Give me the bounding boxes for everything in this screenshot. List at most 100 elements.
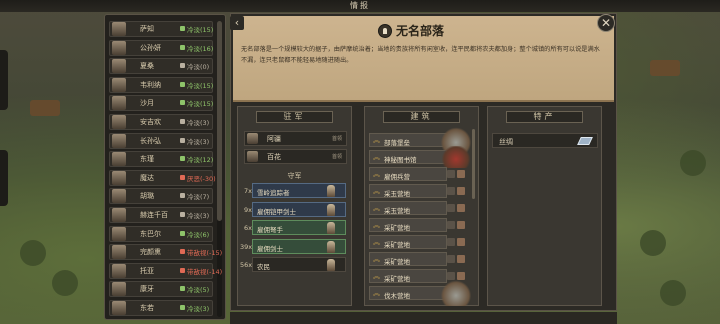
character-mood: 冷淡(3) (180, 117, 209, 127)
building-name: 采玉营地 (384, 190, 410, 198)
faction-header: 无名部落 无名部落是一个规模较大的据子，由萨摩统治着；当地的贵族将所有闲室收，连… (233, 16, 614, 102)
side-tab[interactable] (0, 50, 8, 110)
avatar (112, 133, 126, 148)
list-scroll-thumb[interactable] (217, 21, 222, 221)
garrison-hero-row[interactable]: 百花 首领 (244, 149, 347, 164)
character-name: 长孙弘 (140, 136, 161, 145)
building-illustration (441, 184, 471, 198)
character-name: 魔达 (140, 173, 154, 182)
character-row[interactable]: 东若 冷淡(3) (109, 300, 213, 316)
building-name: 采矿营地 (384, 241, 410, 249)
character-row[interactable]: 萨知 冷淡(15) (109, 21, 213, 37)
character-name: 东瑾 (140, 155, 154, 164)
avatar (112, 22, 126, 36)
building-row[interactable]: ︽ 采玉营地 (369, 201, 447, 215)
character-mood: 冷淡(0) (180, 61, 209, 71)
building-row[interactable]: ︽ 神秘图书馆 (369, 150, 447, 164)
upgrade-chevron-icon: ︽ (373, 153, 380, 161)
building-illustration (441, 218, 471, 232)
tree-decoration (20, 240, 46, 266)
tree-decoration (660, 280, 686, 306)
troop-portrait (327, 185, 335, 197)
troop-count: 56x (240, 261, 253, 269)
avatar (247, 133, 258, 144)
hero-role: 首领 (331, 154, 342, 160)
building-name: 采矿营地 (384, 258, 410, 266)
faction-description: 无名部落是一个规模较大的据子，由萨摩统治着；当地的贵族将所有闲室收，连平民都将农… (241, 46, 600, 64)
building-illustration (441, 235, 471, 249)
character-row[interactable]: 赫连千百 冷淡(3) (109, 207, 213, 223)
character-mood: 冷淡(15) (180, 24, 213, 34)
building-row[interactable]: ︽ 采玉营地 (369, 184, 447, 198)
character-mood: 冷淡(5) (180, 284, 209, 294)
tree-decoration (680, 150, 706, 176)
avatar (112, 189, 126, 204)
hero-name: 阿疆 (267, 135, 281, 143)
upgrade-chevron-icon: ︽ (373, 136, 380, 144)
side-tab[interactable] (0, 150, 8, 206)
tree-decoration (640, 230, 666, 256)
close-button[interactable]: ✕ (597, 14, 615, 32)
character-row[interactable]: 长孙弘 冷淡(3) (109, 132, 213, 149)
upgrade-chevron-icon: ︽ (373, 170, 380, 178)
avatar (112, 301, 126, 315)
character-row[interactable]: 魔达 厌恶(-30) (109, 169, 216, 186)
character-mood: 冷淡(3) (180, 136, 209, 146)
building-row[interactable]: ︽ 部落堡垒 (369, 133, 447, 147)
building-row[interactable]: ︽ 采矿营地 (369, 252, 447, 266)
faction-title: 无名部落 (396, 24, 445, 38)
character-row[interactable]: 康牙 冷淡(5) (109, 281, 213, 298)
building-row[interactable]: ︽ 采矿营地 (369, 235, 447, 249)
character-mood: 冷淡(16) (180, 43, 213, 53)
garrison-hero-row[interactable]: 阿疆 首领 (244, 131, 347, 146)
character-row[interactable]: 完颜熏 带敌视(-15) (109, 244, 222, 261)
troop-name: 农民 (257, 263, 270, 271)
character-mood: 冷淡(3) (180, 210, 209, 220)
buildings-scrollbar[interactable] (472, 129, 475, 199)
building-row[interactable]: ︽ 采矿营地 (369, 269, 447, 283)
character-row[interactable]: 韦利纳 冷淡(15) (109, 76, 213, 93)
character-row[interactable]: 公孙妍 冷淡(16) (109, 39, 213, 56)
avatar (112, 245, 126, 260)
avatar (112, 263, 126, 278)
character-name: 公孙妍 (140, 43, 161, 52)
character-row[interactable]: 沙月 冷淡(15) (109, 95, 213, 112)
specialties-header: 特产 (506, 111, 583, 123)
troop-row[interactable]: 39x 雇佣剑士 (240, 238, 346, 254)
building-row[interactable]: ︽ 采矿营地 (369, 218, 447, 232)
garrison-header: 驻军 (256, 111, 333, 123)
specialty-item[interactable]: 丝绸 (492, 133, 598, 148)
troop-row[interactable]: 7x 雪岭追踪者 (244, 183, 346, 198)
troop-count: 39x (240, 242, 253, 251)
troops-label: 守军 (287, 172, 302, 180)
avatar (247, 151, 258, 162)
character-row[interactable]: 胡璐 冷淡(7) (109, 188, 213, 205)
troop-portrait (327, 240, 335, 253)
troop-portrait (327, 222, 335, 234)
upgrade-chevron-icon: ︽ (373, 272, 380, 280)
silk-icon (577, 137, 593, 145)
character-row[interactable]: 安吉欢 冷淡(3) (109, 114, 213, 130)
troop-row[interactable]: 56x 农民 (240, 257, 346, 272)
avatar (112, 59, 126, 74)
avatar (112, 226, 126, 241)
character-row[interactable]: 东瑾 冷淡(12) (109, 151, 213, 168)
troop-row[interactable]: 6x 雇佣弩手 (244, 220, 346, 235)
building-name: 采矿营地 (384, 224, 410, 232)
upgrade-chevron-icon: ︽ (373, 221, 380, 229)
avatar (112, 208, 126, 222)
back-button[interactable]: ‹ (230, 16, 244, 30)
character-mood: 厌恶(-30) (180, 173, 216, 183)
troop-portrait (327, 259, 335, 271)
upgrade-chevron-icon: ︽ (373, 204, 380, 212)
specialties-section: 特产 丝绸 (487, 106, 602, 306)
building-illustration (441, 252, 471, 266)
building-row[interactable]: ︽ 雇佣兵营 (369, 167, 447, 181)
character-mood: 冷淡(15) (180, 98, 213, 108)
character-row[interactable]: 托亚 带敌视(-14) (109, 262, 222, 279)
building-row[interactable]: ︽ 伐木营地 (369, 286, 447, 300)
character-row[interactable]: 东巴尔 冷淡(6) (109, 225, 213, 242)
character-row[interactable]: 夏桑 冷淡(0) (109, 58, 213, 75)
character-name: 东若 (140, 304, 154, 312)
troop-row[interactable]: 9x 雇佣铠甲剑士 (244, 201, 346, 217)
